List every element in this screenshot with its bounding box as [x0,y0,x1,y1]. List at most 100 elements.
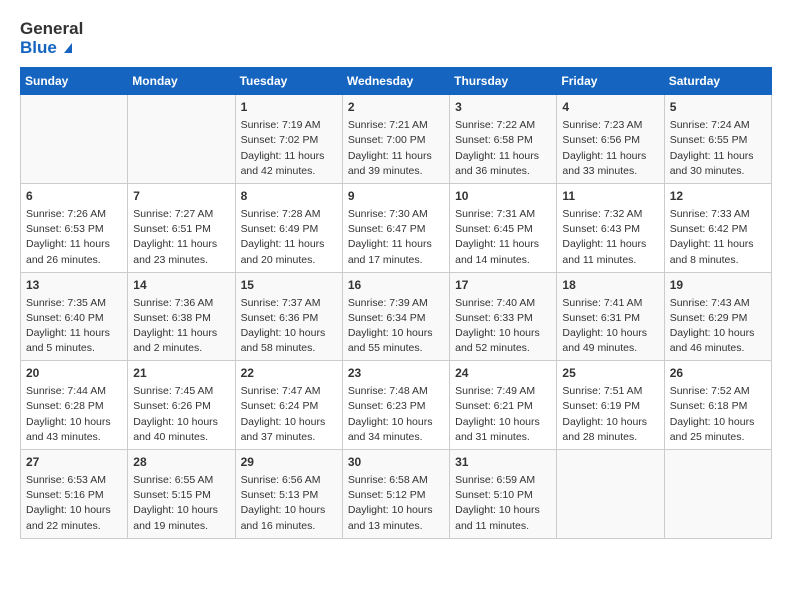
day-info: Sunrise: 6:59 AM Sunset: 5:10 PM Dayligh… [455,473,551,534]
day-number: 24 [455,365,551,382]
day-info: Sunrise: 7:37 AM Sunset: 6:36 PM Dayligh… [241,296,337,357]
calendar-day-cell [664,450,771,539]
calendar-day-cell: 4 Sunrise: 7:23 AM Sunset: 6:56 PM Daylig… [557,95,664,184]
day-info: Sunrise: 7:23 AM Sunset: 6:56 PM Dayligh… [562,118,658,179]
calendar-day-cell [128,95,235,184]
day-number: 30 [348,454,444,471]
calendar-day-cell: 9Sunrise: 7:30 AM Sunset: 6:47 PM Daylig… [342,184,449,273]
weekday-header: Wednesday [342,68,449,95]
calendar-table: SundayMondayTuesdayWednesdayThursdayFrid… [20,67,772,538]
calendar-day-cell: 10 Sunrise: 7:31 AM Sunset: 6:45 PM Dayli… [450,184,557,273]
calendar-day-cell: 28 Sunrise: 6:55 AM Sunset: 5:15 PM Dayli… [128,450,235,539]
calendar-day-cell: 6 Sunrise: 7:26 AM Sunset: 6:53 PM Daylig… [21,184,128,273]
calendar-day-cell: 21Sunrise: 7:45 AM Sunset: 6:26 PM Dayli… [128,361,235,450]
day-info: Sunrise: 7:48 AM Sunset: 6:23 PM Dayligh… [348,384,444,445]
calendar-week-row: 6 Sunrise: 7:26 AM Sunset: 6:53 PM Daylig… [21,184,772,273]
calendar-day-cell: 2 Sunrise: 7:21 AM Sunset: 7:00 PM Daylig… [342,95,449,184]
weekday-header: Monday [128,68,235,95]
day-info: Sunrise: 6:55 AM Sunset: 5:15 PM Dayligh… [133,473,229,534]
calendar-day-cell: 23 Sunrise: 7:48 AM Sunset: 6:23 PM Dayli… [342,361,449,450]
calendar-week-row: 13 Sunrise: 7:35 AM Sunset: 6:40 PM Dayli… [21,272,772,361]
logo: General Blue [20,20,83,57]
day-info: Sunrise: 7:28 AM Sunset: 6:49 PM Dayligh… [241,207,337,268]
calendar-week-row: 1 Sunrise: 7:19 AM Sunset: 7:02 PM Daylig… [21,95,772,184]
day-number: 21 [133,365,229,382]
calendar-day-cell: 31Sunrise: 6:59 AM Sunset: 5:10 PM Dayli… [450,450,557,539]
calendar-day-cell: 15 Sunrise: 7:37 AM Sunset: 6:36 PM Dayli… [235,272,342,361]
weekday-header: Tuesday [235,68,342,95]
day-info: Sunrise: 7:39 AM Sunset: 6:34 PM Dayligh… [348,296,444,357]
page-header: General Blue [20,20,772,57]
calendar-day-cell [557,450,664,539]
day-number: 8 [241,188,337,205]
day-number: 20 [26,365,122,382]
day-number: 11 [562,188,658,205]
day-number: 5 [670,99,766,116]
day-number: 10 [455,188,551,205]
day-number: 12 [670,188,766,205]
calendar-day-cell: 30Sunrise: 6:58 AM Sunset: 5:12 PM Dayli… [342,450,449,539]
logo-graphic: General Blue [20,20,83,57]
calendar-week-row: 27 Sunrise: 6:53 AM Sunset: 5:16 PM Dayli… [21,450,772,539]
day-info: Sunrise: 7:33 AM Sunset: 6:42 PM Dayligh… [670,207,766,268]
day-info: Sunrise: 7:40 AM Sunset: 6:33 PM Dayligh… [455,296,551,357]
day-info: Sunrise: 7:52 AM Sunset: 6:18 PM Dayligh… [670,384,766,445]
weekday-header-row: SundayMondayTuesdayWednesdayThursdayFrid… [21,68,772,95]
day-number: 4 [562,99,658,116]
day-number: 22 [241,365,337,382]
calendar-week-row: 20 Sunrise: 7:44 AM Sunset: 6:28 PM Dayli… [21,361,772,450]
day-number: 18 [562,277,658,294]
calendar-day-cell: 11 Sunrise: 7:32 AM Sunset: 6:43 PM Dayli… [557,184,664,273]
day-info: Sunrise: 6:53 AM Sunset: 5:16 PM Dayligh… [26,473,122,534]
day-info: Sunrise: 7:21 AM Sunset: 7:00 PM Dayligh… [348,118,444,179]
weekday-header: Saturday [664,68,771,95]
calendar-day-cell: 24 Sunrise: 7:49 AM Sunset: 6:21 PM Dayli… [450,361,557,450]
calendar-day-cell: 20 Sunrise: 7:44 AM Sunset: 6:28 PM Dayli… [21,361,128,450]
day-number: 2 [348,99,444,116]
calendar-day-cell: 18 Sunrise: 7:41 AM Sunset: 6:31 PM Dayli… [557,272,664,361]
day-info: Sunrise: 7:32 AM Sunset: 6:43 PM Dayligh… [562,207,658,268]
day-number: 3 [455,99,551,116]
weekday-header: Sunday [21,68,128,95]
day-number: 13 [26,277,122,294]
calendar-day-cell: 29 Sunrise: 6:56 AM Sunset: 5:13 PM Dayli… [235,450,342,539]
day-info: Sunrise: 7:51 AM Sunset: 6:19 PM Dayligh… [562,384,658,445]
day-number: 14 [133,277,229,294]
day-info: Sunrise: 7:35 AM Sunset: 6:40 PM Dayligh… [26,296,122,357]
calendar-day-cell: 14 Sunrise: 7:36 AM Sunset: 6:38 PM Dayli… [128,272,235,361]
day-info: Sunrise: 7:44 AM Sunset: 6:28 PM Dayligh… [26,384,122,445]
calendar-day-cell: 12 Sunrise: 7:33 AM Sunset: 6:42 PM Dayli… [664,184,771,273]
calendar-day-cell: 3Sunrise: 7:22 AM Sunset: 6:58 PM Daylig… [450,95,557,184]
weekday-header: Thursday [450,68,557,95]
day-info: Sunrise: 7:43 AM Sunset: 6:29 PM Dayligh… [670,296,766,357]
day-info: Sunrise: 7:27 AM Sunset: 6:51 PM Dayligh… [133,207,229,268]
day-number: 9 [348,188,444,205]
day-number: 28 [133,454,229,471]
day-number: 25 [562,365,658,382]
day-info: Sunrise: 7:49 AM Sunset: 6:21 PM Dayligh… [455,384,551,445]
calendar-day-cell [21,95,128,184]
day-number: 7 [133,188,229,205]
day-info: Sunrise: 7:47 AM Sunset: 6:24 PM Dayligh… [241,384,337,445]
day-number: 29 [241,454,337,471]
day-info: Sunrise: 7:19 AM Sunset: 7:02 PM Dayligh… [241,118,337,179]
calendar-day-cell: 26 Sunrise: 7:52 AM Sunset: 6:18 PM Dayli… [664,361,771,450]
calendar-day-cell: 19Sunrise: 7:43 AM Sunset: 6:29 PM Dayli… [664,272,771,361]
day-info: Sunrise: 7:24 AM Sunset: 6:55 PM Dayligh… [670,118,766,179]
day-number: 1 [241,99,337,116]
calendar-day-cell: 5 Sunrise: 7:24 AM Sunset: 6:55 PM Daylig… [664,95,771,184]
day-number: 27 [26,454,122,471]
day-info: Sunrise: 7:31 AM Sunset: 6:45 PM Dayligh… [455,207,551,268]
day-number: 26 [670,365,766,382]
day-number: 17 [455,277,551,294]
day-number: 15 [241,277,337,294]
calendar-day-cell: 13 Sunrise: 7:35 AM Sunset: 6:40 PM Dayli… [21,272,128,361]
calendar-day-cell: 1 Sunrise: 7:19 AM Sunset: 7:02 PM Daylig… [235,95,342,184]
day-info: Sunrise: 6:56 AM Sunset: 5:13 PM Dayligh… [241,473,337,534]
day-info: Sunrise: 7:36 AM Sunset: 6:38 PM Dayligh… [133,296,229,357]
day-info: Sunrise: 7:26 AM Sunset: 6:53 PM Dayligh… [26,207,122,268]
day-number: 6 [26,188,122,205]
day-info: Sunrise: 7:41 AM Sunset: 6:31 PM Dayligh… [562,296,658,357]
day-number: 23 [348,365,444,382]
calendar-day-cell: 22 Sunrise: 7:47 AM Sunset: 6:24 PM Dayli… [235,361,342,450]
